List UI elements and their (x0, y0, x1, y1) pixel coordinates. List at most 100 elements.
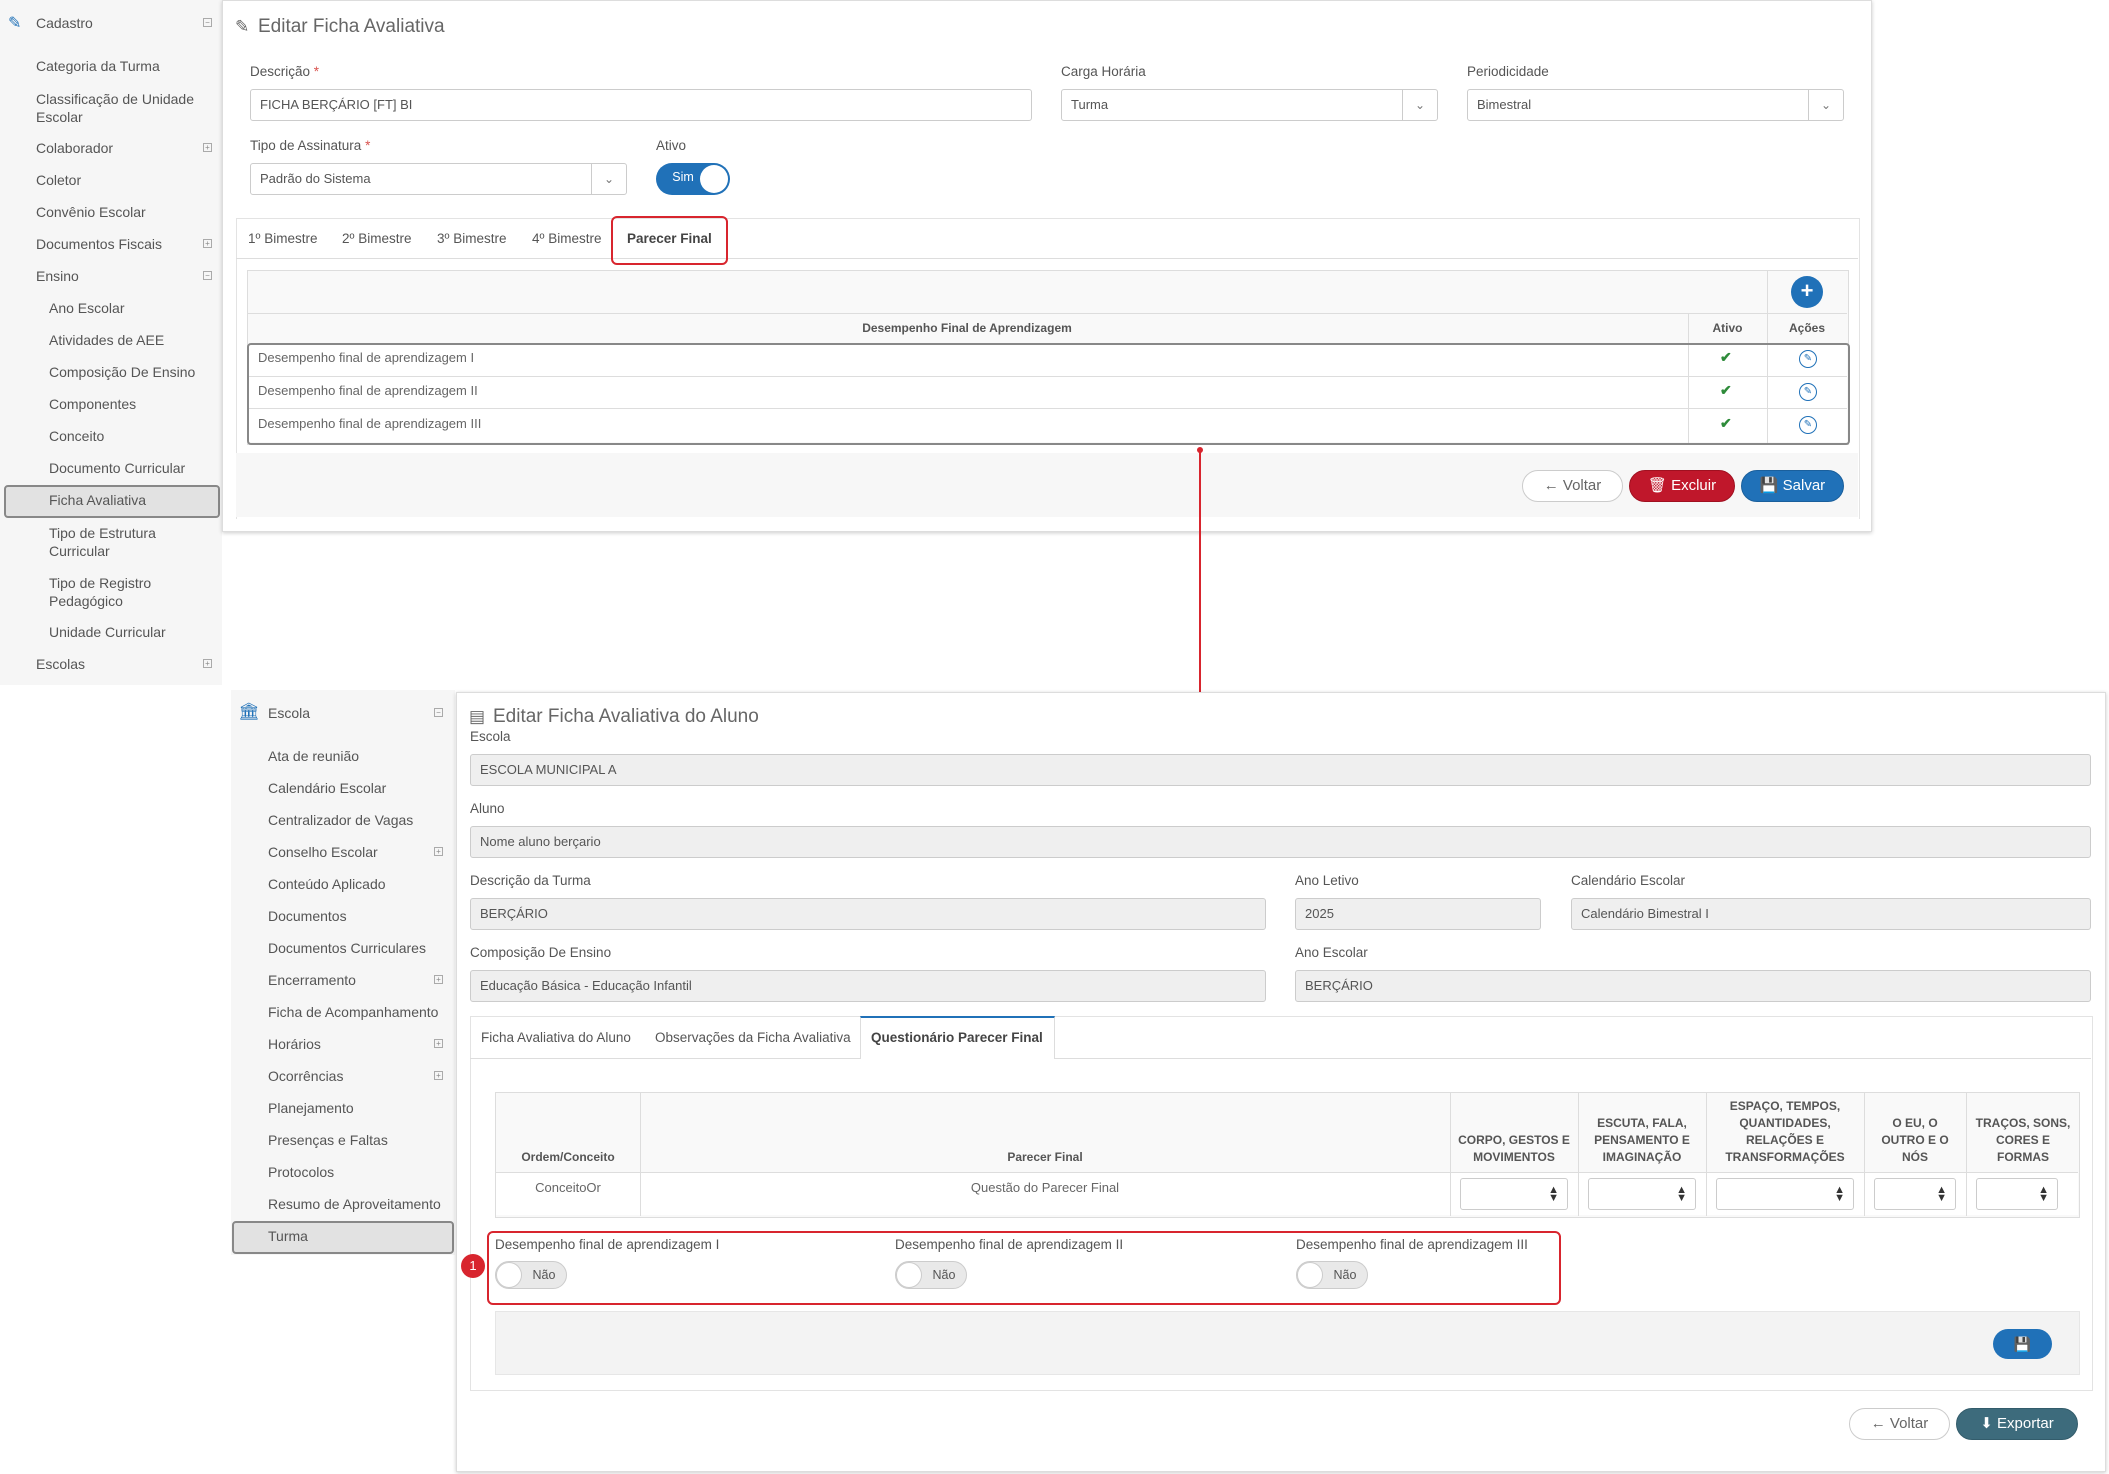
edit-icon: ✎ (235, 17, 250, 36)
tipo-assinatura-select[interactable]: Padrão do Sistema ⌄ (250, 163, 627, 195)
salvar-button[interactable]: 💾 Salvar (1741, 470, 1844, 502)
col-eu-header: O EU, O OUTRO E O NÓS (1881, 1116, 1949, 1164)
tab-4-bimestre[interactable]: 4º Bimestre (532, 231, 601, 246)
col-ordem-header: Ordem/Conceito (521, 1150, 615, 1164)
save-icon-button[interactable]: 💾 (1993, 1329, 2052, 1359)
eu-select[interactable]: ▲ ▼ (1874, 1178, 1956, 1210)
sidebar-item-encerramento[interactable]: Encerramento (268, 971, 356, 989)
sidebar-item-ata[interactable]: Ata de reunião (268, 747, 359, 765)
tab-ficha-aluno[interactable]: Ficha Avaliativa do Aluno (481, 1030, 631, 1045)
tab-1-bimestre[interactable]: 1º Bimestre (248, 231, 317, 246)
sidebar-item-escolas[interactable]: Escolas (36, 655, 85, 673)
sidebar-item-conteudo[interactable]: Conteúdo Aplicado (268, 875, 386, 893)
add-button[interactable]: + (1791, 276, 1823, 308)
expand-icon[interactable]: + (434, 1039, 443, 1048)
toggles-highlight (487, 1231, 1561, 1305)
sidebar-item-protocolos[interactable]: Protocolos (268, 1163, 334, 1181)
ativo-label: Ativo (656, 138, 687, 153)
expand-icon[interactable]: + (434, 847, 443, 856)
tab-3-bimestre[interactable]: 3º Bimestre (437, 231, 506, 246)
voltar-button[interactable]: ← Voltar (1849, 1408, 1950, 1440)
col-escuta-header: ESCUTA, FALA, PENSAMENTO E IMAGINAÇÃO (1594, 1116, 1690, 1164)
sidebar-item-documentos[interactable]: Documentos (268, 907, 347, 925)
espaco-select[interactable]: ▲ ▼ (1716, 1178, 1854, 1210)
expand-icon[interactable]: + (203, 239, 212, 248)
sidebar-item-tipo-estrutura[interactable]: Tipo de Estrutura Curricular (49, 524, 199, 560)
col-desempenho-header: Desempenho Final de Aprendizagem (862, 321, 1072, 335)
tab-2-bimestre[interactable]: 2º Bimestre (342, 231, 411, 246)
periodicidade-select[interactable]: Bimestral ⌄ (1467, 89, 1844, 121)
sidebar-item-ficha-acompanhamento[interactable]: Ficha de Acompanhamento (268, 1003, 438, 1021)
sidebar-item-ensino[interactable]: Ensino (36, 267, 79, 285)
list-icon: ▤ (469, 707, 486, 726)
sidebar-item-documentos-fiscais[interactable]: Documentos Fiscais (36, 235, 162, 253)
sidebar-item-conselho[interactable]: Conselho Escolar (268, 843, 378, 861)
sidebar-item-componentes[interactable]: Componentes (49, 395, 136, 413)
expand-icon[interactable]: + (434, 975, 443, 984)
escuta-select[interactable]: ▲ ▼ (1588, 1178, 1696, 1210)
sidebar-item-conceito[interactable]: Conceito (49, 427, 104, 445)
exportar-button[interactable]: ⬇ Exportar (1956, 1408, 2078, 1440)
school-icon: 🏛 (238, 702, 260, 721)
sidebar-item-ficha-avaliativa[interactable]: Ficha Avaliativa (49, 491, 146, 509)
col-acoes-header: Ações (1788, 321, 1826, 335)
selected-item-highlight (232, 1221, 454, 1254)
col-tracos-header: TRAÇOS, SONS, CORES E FORMAS (1975, 1116, 2071, 1164)
descricao-label: Descrição * (250, 64, 320, 79)
descricao-input[interactable]: FICHA BERÇÁRIO [FT] BI (250, 89, 1032, 121)
sidebar-item-composicao[interactable]: Composição De Ensino (49, 363, 195, 381)
sidebar-item-presencas[interactable]: Presenças e Faltas (268, 1131, 388, 1149)
sidebar-item-horarios[interactable]: Horários (268, 1035, 321, 1053)
chevron-down-icon: ⌄ (1808, 90, 1843, 120)
tab-observacoes[interactable]: Observações da Ficha Avaliativa (655, 1030, 851, 1045)
escola-field: ESCOLA MUNICIPAL A (470, 754, 2091, 786)
sidebar-item-convenio[interactable]: Convênio Escolar (36, 203, 146, 221)
sidebar-item-categoria-turma[interactable]: Categoria da Turma (36, 57, 160, 75)
tipo-assinatura-label: Tipo de Assinatura * (250, 138, 371, 153)
aluno-field: Nome aluno berçario (470, 826, 2091, 858)
sidebar-item-colaborador[interactable]: Colaborador (36, 139, 113, 157)
chevron-down-icon: ⌄ (591, 164, 626, 194)
collapse-icon[interactable]: − (203, 271, 212, 280)
sidebar-item-doc-curriculares[interactable]: Documentos Curriculares (268, 939, 426, 957)
sidebar-section-escola[interactable]: Escola (268, 704, 310, 722)
tracos-select[interactable]: ▲ ▼ (1976, 1178, 2058, 1210)
sidebar-item-unidade-curricular[interactable]: Unidade Curricular (49, 623, 166, 641)
edit-icon: ✎ (8, 15, 22, 32)
carga-horaria-select[interactable]: Turma ⌄ (1061, 89, 1438, 121)
sidebar-item-planejamento[interactable]: Planejamento (268, 1099, 354, 1117)
rows-highlight (247, 343, 1850, 445)
sidebar-item-ano-escolar[interactable]: Ano Escolar (49, 299, 124, 317)
expand-icon[interactable]: + (203, 659, 212, 668)
voltar-button[interactable]: ← Voltar (1522, 470, 1623, 502)
ano-escolar-label: Ano Escolar (1295, 945, 1368, 960)
sidebar-cadastro: ✎ Cadastro − Categoria da Turma Classifi… (0, 0, 222, 685)
collapse-icon[interactable]: − (203, 18, 212, 27)
expand-icon[interactable]: + (203, 143, 212, 152)
sidebar-item-classificacao[interactable]: Classificação de Unidade Escolar (36, 90, 206, 126)
excluir-button[interactable]: 🗑 Excluir (1629, 470, 1735, 502)
calendario-label: Calendário Escolar (1571, 873, 1686, 888)
ano-escolar-field: BERÇÁRIO (1295, 970, 2091, 1002)
sidebar-item-coletor[interactable]: Coletor (36, 171, 81, 189)
corpo-select[interactable]: ▲ ▼ (1460, 1178, 1568, 1210)
composicao-label: Composição De Ensino (470, 945, 612, 960)
sidebar-item-ocorrencias[interactable]: Ocorrências (268, 1067, 343, 1085)
sidebar-item-centralizador[interactable]: Centralizador de Vagas (268, 811, 413, 829)
sidebar-item-tipo-registro[interactable]: Tipo de Registro Pedagógico (49, 574, 199, 610)
sidebar-section-cadastro[interactable]: Cadastro (36, 14, 93, 32)
tab-questionario[interactable]: Questionário Parecer Final (871, 1030, 1043, 1045)
page-title: Editar Ficha Avaliativa do Aluno (493, 706, 759, 727)
sidebar-item-documento-curricular[interactable]: Documento Curricular (49, 459, 185, 477)
sidebar-item-resumo[interactable]: Resumo de Aproveitamento (268, 1195, 441, 1213)
sidebar-item-turma[interactable]: Turma (268, 1227, 308, 1245)
ano-letivo-label: Ano Letivo (1295, 873, 1359, 888)
expand-icon[interactable]: + (434, 1071, 443, 1080)
collapse-icon[interactable]: − (434, 708, 443, 717)
composicao-field: Educação Básica - Educação Infantil (470, 970, 1266, 1002)
sidebar-item-atividades-aee[interactable]: Atividades de AEE (49, 331, 164, 349)
turma-label: Descrição da Turma (470, 873, 591, 888)
sidebar-item-calendario[interactable]: Calendário Escolar (268, 779, 386, 797)
periodicidade-label: Periodicidade (1467, 64, 1549, 79)
ativo-toggle[interactable]: Sim (656, 163, 730, 195)
